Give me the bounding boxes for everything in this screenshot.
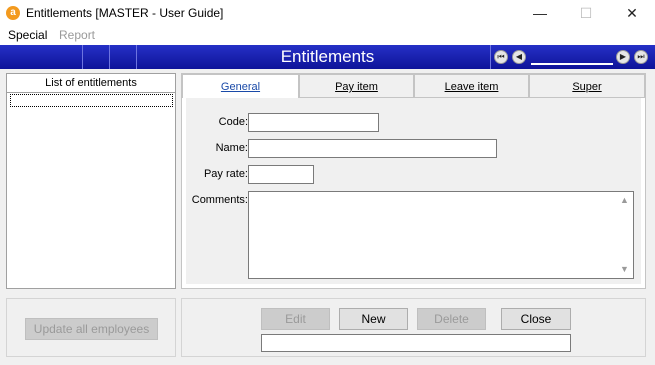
scroll-down-icon[interactable]: ▼ — [620, 264, 629, 274]
delete-button[interactable]: Delete — [417, 308, 486, 330]
new-button[interactable]: New — [339, 308, 408, 330]
tab-super[interactable]: Super — [529, 74, 645, 98]
header-bar: Entitlements ⏮ ◀ ▶ ⏭ — [0, 45, 655, 69]
comments-field[interactable]: ▲ ▼ — [248, 191, 634, 279]
list-item[interactable] — [10, 94, 173, 107]
app-logo-icon: a — [6, 6, 20, 20]
maximize-button[interactable]: ☐ — [563, 0, 609, 27]
edit-button[interactable]: Edit — [261, 308, 330, 330]
pay-rate-label: Pay rate: — [203, 168, 248, 180]
tab-super-label: Super — [572, 81, 602, 93]
tab-leave-item-label: Leave item — [444, 81, 499, 93]
menu-special[interactable]: Special — [8, 28, 47, 42]
tab-general-label: General — [220, 81, 261, 93]
update-all-employees-button[interactable]: Update all employees — [25, 318, 158, 340]
minimize-button[interactable]: — — [517, 0, 563, 27]
code-field[interactable] — [248, 113, 379, 132]
close-form-button[interactable]: Close — [501, 308, 571, 330]
tab-general[interactable]: General — [182, 74, 299, 98]
details-panel: General Pay item Leave item Super Code: … — [181, 73, 646, 289]
menu-bar — [0, 27, 655, 45]
comments-label: Comments: — [191, 194, 248, 206]
previous-record-icon[interactable]: ◀ — [512, 50, 526, 64]
general-tab-content: Code: Name: Pay rate: Comments: ▲ ▼ — [186, 98, 641, 284]
close-button[interactable]: ✕ — [609, 0, 655, 27]
code-label: Code: — [218, 116, 248, 128]
record-slider[interactable] — [531, 63, 613, 65]
entitlements-list[interactable]: List of entitlements — [6, 73, 176, 289]
name-label: Name: — [215, 142, 248, 154]
scroll-up-icon[interactable]: ▲ — [620, 195, 629, 205]
tab-pay-item[interactable]: Pay item — [299, 74, 414, 98]
list-header: List of entitlements — [7, 74, 175, 93]
tab-pay-item-label: Pay item — [335, 81, 378, 93]
last-record-icon[interactable]: ⏭ — [634, 50, 648, 64]
comments-scrollbar[interactable]: ▲ ▼ — [618, 192, 633, 278]
first-record-icon[interactable]: ⏮ — [494, 50, 508, 64]
name-field[interactable] — [248, 139, 497, 158]
status-field — [261, 334, 571, 352]
next-record-icon[interactable]: ▶ — [616, 50, 630, 64]
tab-leave-item[interactable]: Leave item — [414, 74, 529, 98]
menu-report[interactable]: Report — [59, 28, 95, 42]
window-title: Entitlements [MASTER - User Guide] — [26, 6, 224, 20]
pay-rate-field[interactable] — [248, 165, 314, 184]
